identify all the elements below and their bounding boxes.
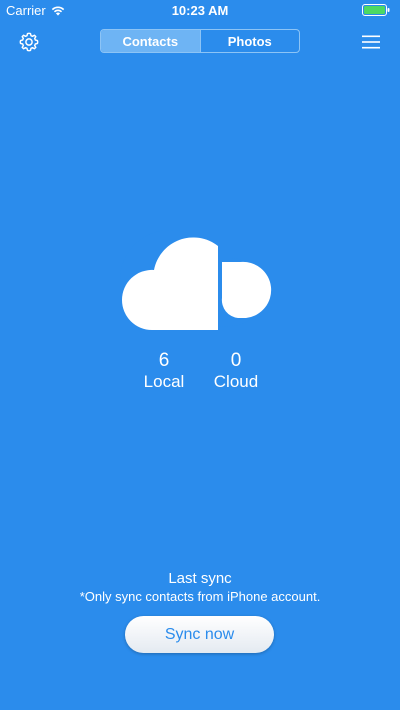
cloud-label: Cloud [213, 372, 259, 391]
tab-photos[interactable]: Photos [199, 30, 300, 52]
cloud-stat: 0 Cloud [196, 350, 276, 392]
cloud-logo-icon [120, 230, 272, 330]
hamburger-menu-icon [362, 35, 380, 49]
sync-now-button[interactable]: Sync now [125, 616, 274, 653]
nav-bar: Contacts Photos [0, 20, 400, 64]
local-stat: 6 Local [124, 350, 204, 392]
sync-note: *Only sync contacts from iPhone account. [79, 589, 321, 604]
cloud-count: 0 [230, 350, 242, 371]
menu-button[interactable] [360, 31, 382, 53]
status-time: 10:23 AM [171, 3, 229, 18]
local-label: Local [143, 372, 185, 391]
gear-icon [19, 32, 39, 52]
settings-button[interactable] [16, 29, 42, 55]
last-sync-label: Last sync [168, 570, 232, 587]
sync-info: Last sync *Only sync contacts from iPhon… [0, 570, 400, 605]
local-count: 6 [158, 350, 170, 371]
tab-contacts[interactable]: Contacts [101, 30, 200, 52]
status-bar: Carrier 10:23 AM [0, 0, 400, 20]
segmented-control: Contacts Photos [100, 29, 300, 53]
battery-icon [362, 4, 390, 16]
